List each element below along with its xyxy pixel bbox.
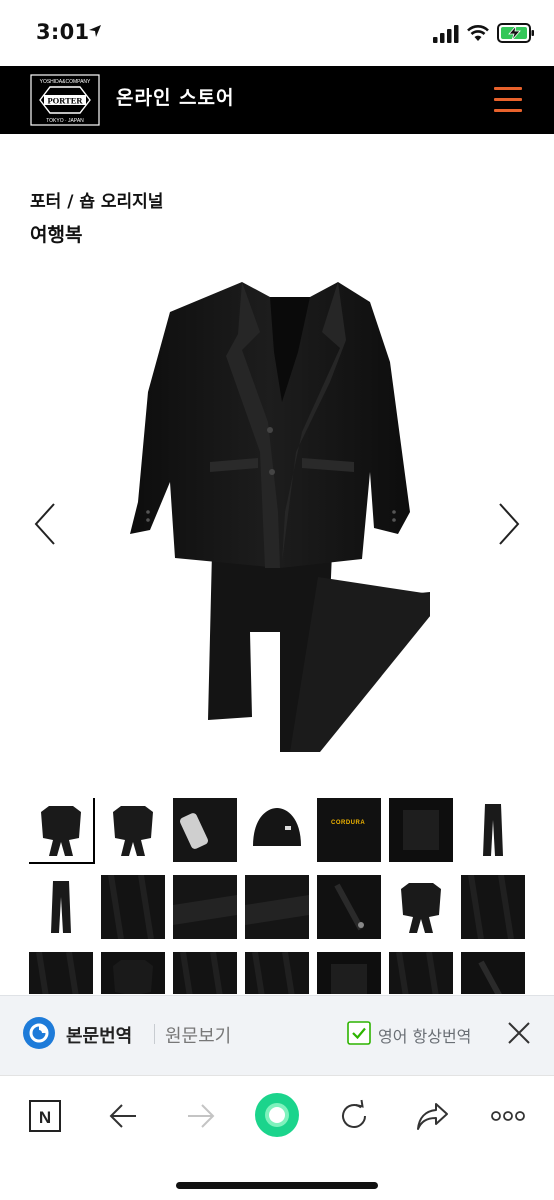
thumbnail-sleeve-detail[interactable] xyxy=(29,952,93,994)
translate-body-button[interactable]: 본문번역 xyxy=(66,1022,132,1048)
back-arrow-icon[interactable] xyxy=(104,1096,144,1136)
thumbnail-cordura-label[interactable]: CORDURA xyxy=(317,798,381,862)
menu-bar-middle xyxy=(494,98,522,101)
thumbnail-trousers-waist[interactable] xyxy=(101,875,165,939)
thumbnail-image xyxy=(317,952,381,994)
thumbnail-pocket-detail[interactable] xyxy=(173,875,237,939)
carousel-prev-arrow-icon[interactable] xyxy=(30,500,60,548)
thumbnail-image xyxy=(461,875,525,939)
always-translate-checkbox[interactable] xyxy=(347,1021,371,1045)
product-title: 여행복 xyxy=(30,224,83,246)
thumbnail-image xyxy=(113,806,153,856)
porter-logo[interactable]: YOSHIDA&COMPANY PORTER TOKYO · JAPAN xyxy=(30,74,100,126)
thumbnail-pocket-flap[interactable] xyxy=(389,952,453,994)
thumbnail-trousers-front[interactable] xyxy=(461,798,525,862)
thumbnail-image xyxy=(401,883,441,933)
status-time: 3:01 xyxy=(36,20,90,44)
product-main-image[interactable] xyxy=(130,272,430,772)
translate-divider xyxy=(154,1024,155,1044)
battery-charging-icon xyxy=(497,23,534,43)
close-icon[interactable] xyxy=(506,1020,532,1046)
thumbnail-fabric-detail[interactable] xyxy=(173,798,237,862)
share-icon[interactable] xyxy=(412,1096,452,1136)
browser-toolbar: N xyxy=(0,1075,554,1200)
always-translate-label[interactable]: 영어 항상번역 xyxy=(378,1023,471,1047)
thumbnail-image xyxy=(483,804,503,856)
thumbnail-trousers-slim[interactable] xyxy=(29,875,93,939)
thumbnail-suit-full[interactable] xyxy=(29,798,95,864)
status-bar: 3:01 xyxy=(0,0,554,66)
location-arrow-icon xyxy=(89,25,101,37)
thumbnail-fabric-dark[interactable] xyxy=(173,952,237,994)
cellular-signal-icon xyxy=(433,25,459,43)
thumbnail-image xyxy=(317,875,381,939)
thumbnail-image xyxy=(173,952,237,994)
thumbnail-image xyxy=(245,875,309,939)
wifi-icon xyxy=(467,25,489,41)
thumbnail-image xyxy=(389,798,453,862)
thumbnail-image xyxy=(245,798,309,862)
green-dot-search-icon[interactable] xyxy=(254,1092,300,1138)
refresh-icon[interactable] xyxy=(334,1096,374,1136)
thumbnail-jacket-front[interactable] xyxy=(389,875,453,939)
thumbnail-image xyxy=(461,952,525,994)
papago-translate-icon xyxy=(23,1017,55,1049)
more-options-icon[interactable] xyxy=(488,1096,528,1136)
thumbnail-image xyxy=(41,806,81,856)
thumbnail-image xyxy=(51,881,71,933)
thumbnail-inner-detail[interactable] xyxy=(317,952,381,994)
thumbnail-image xyxy=(389,952,453,994)
hamburger-menu-button[interactable] xyxy=(490,84,526,114)
breadcrumb[interactable]: 포터 / 숍 오리지널 xyxy=(30,187,163,212)
home-indicator xyxy=(176,1182,378,1189)
view-original-button[interactable]: 원문보기 xyxy=(165,1022,231,1048)
svg-text:YOSHIDA&COMPANY: YOSHIDA&COMPANY xyxy=(40,79,91,85)
thumbnail-button-detail[interactable] xyxy=(461,952,525,994)
cordura-label-text: CORDURA xyxy=(331,820,366,826)
thumbnail-image xyxy=(173,875,237,939)
thumbnail-image xyxy=(101,875,165,939)
menu-bar-bottom xyxy=(494,109,522,112)
thumbnail-grid: CORDURA xyxy=(29,798,529,994)
thumbnail-image xyxy=(173,798,237,862)
menu-bar-top xyxy=(494,87,522,90)
thumbnail-jacket-back[interactable] xyxy=(245,798,309,862)
thumbnail-label-detail[interactable] xyxy=(389,798,453,862)
thumbnail-image xyxy=(245,952,309,994)
translate-bar: 본문번역 원문보기 영어 항상번역 xyxy=(0,995,554,1075)
thumbnail-collar-detail[interactable] xyxy=(245,952,309,994)
thumbnail-pocket-zip[interactable] xyxy=(317,875,381,939)
naver-home-icon[interactable]: N xyxy=(26,1096,66,1136)
thumbnail-jacket-fold[interactable] xyxy=(101,952,165,994)
svg-text:N: N xyxy=(39,1108,51,1127)
thumbnail-strap-detail[interactable] xyxy=(245,875,309,939)
site-header: YOSHIDA&COMPANY PORTER TOKYO · JAPAN 온라인… xyxy=(0,66,554,134)
svg-text:TOKYO · JAPAN: TOKYO · JAPAN xyxy=(46,118,84,124)
carousel-next-arrow-icon[interactable] xyxy=(494,500,524,548)
store-title: 온라인 스토어 xyxy=(116,87,235,109)
thumbnail-image xyxy=(29,952,93,994)
thumbnail-image xyxy=(113,960,153,994)
thumbnail-trousers-hem[interactable] xyxy=(461,875,525,939)
forward-arrow-icon[interactable] xyxy=(182,1096,222,1136)
svg-text:PORTER: PORTER xyxy=(47,96,83,106)
thumbnail-suit-side[interactable] xyxy=(101,798,165,862)
